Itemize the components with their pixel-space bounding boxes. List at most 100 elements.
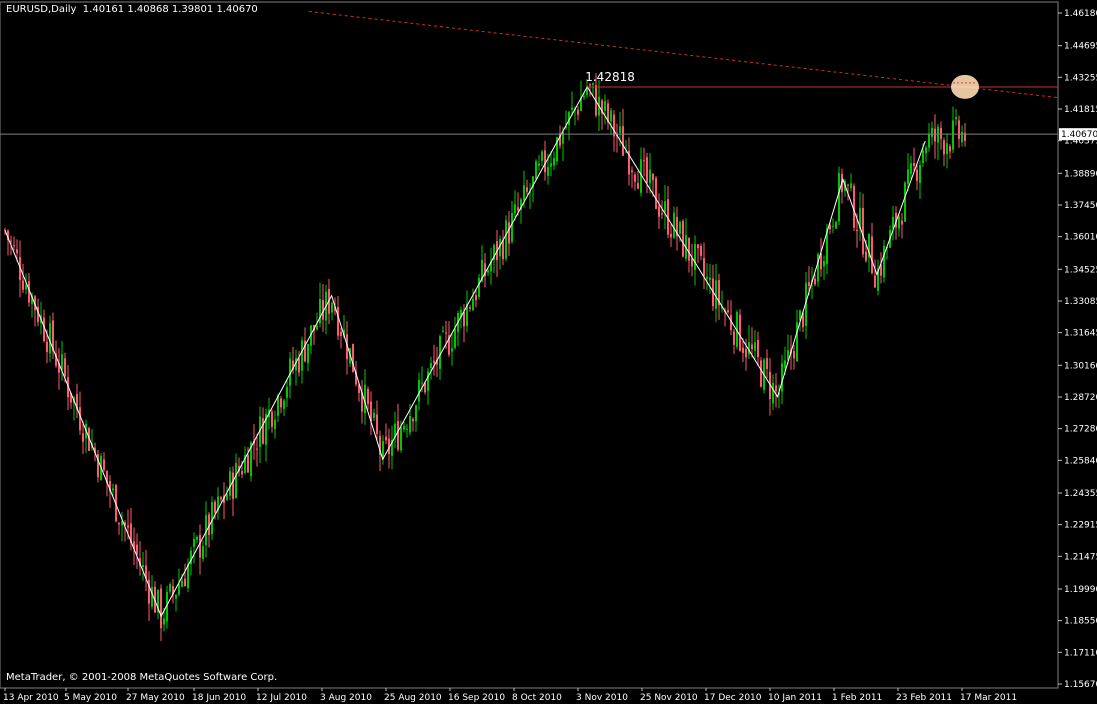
candle-body xyxy=(919,164,921,183)
y-tick-label: 1.33085 xyxy=(1064,297,1097,307)
candle-body xyxy=(241,471,243,475)
candle-body xyxy=(445,332,447,334)
candle-body xyxy=(439,336,441,369)
candle-body xyxy=(247,455,249,473)
candle-body xyxy=(112,488,114,491)
candle-body xyxy=(433,360,435,363)
candle-body xyxy=(229,471,231,496)
x-tick-label: 5 May 2010 xyxy=(64,693,117,703)
candle-body xyxy=(331,302,333,313)
candle-body xyxy=(946,143,948,155)
y-tick-label: 1.24355 xyxy=(1064,489,1097,499)
y-tick-label: 1.15670 xyxy=(1064,680,1097,690)
candle-body xyxy=(931,127,933,138)
candle-body xyxy=(214,501,216,513)
candle-body xyxy=(745,349,747,358)
candle-body xyxy=(262,418,264,444)
candle-body xyxy=(637,183,639,189)
candle-body xyxy=(538,163,540,166)
current-price-label: 1.40670 xyxy=(1061,130,1097,140)
candle-body xyxy=(61,354,63,370)
candle-body xyxy=(220,497,222,500)
y-tick-label: 1.28720 xyxy=(1064,393,1097,403)
candle-body xyxy=(550,163,552,167)
candle-body xyxy=(943,140,945,155)
candle-body xyxy=(850,183,852,189)
candle-body xyxy=(823,260,825,267)
candle-body xyxy=(655,177,657,209)
candle-body xyxy=(544,150,546,173)
candle-body xyxy=(412,418,414,422)
candle-body xyxy=(619,126,621,133)
candle-body xyxy=(835,221,837,229)
candle-body xyxy=(415,405,417,422)
candle-body xyxy=(814,278,816,285)
candle-body xyxy=(511,213,513,242)
candle-body xyxy=(169,583,171,592)
candle-body xyxy=(571,107,573,110)
candle-body xyxy=(175,594,177,599)
candle-body xyxy=(523,185,525,201)
candle-body xyxy=(226,494,228,500)
symbol-name: EURUSD,Daily xyxy=(6,4,77,15)
candle-body xyxy=(622,126,624,156)
ohlc-high: 1.40868 xyxy=(127,4,169,15)
candle-body xyxy=(427,371,429,391)
candle-body xyxy=(142,565,144,567)
candle-body xyxy=(505,220,507,259)
intersection-marker xyxy=(951,74,979,99)
candle-body xyxy=(922,150,924,163)
candle-body xyxy=(541,151,543,161)
candle-body xyxy=(754,342,756,351)
candle-body xyxy=(79,407,81,431)
candle-body xyxy=(517,207,519,211)
candle-body xyxy=(646,157,648,183)
candle-body xyxy=(706,276,708,279)
chart-canvas[interactable]: 1.461801.446951.432551.418151.403751.388… xyxy=(0,0,1097,704)
candle-body xyxy=(757,339,759,358)
candle-body xyxy=(463,311,465,327)
candle-body xyxy=(151,587,153,607)
candle-body xyxy=(775,385,777,392)
candle-body xyxy=(535,161,537,180)
candle-body xyxy=(697,244,699,249)
candle-body xyxy=(793,351,795,359)
candle-body xyxy=(847,184,849,186)
candle-body xyxy=(649,169,651,184)
y-tick-label: 1.17110 xyxy=(1064,648,1097,658)
symbol-header: EURUSD,Daily 1.40161 1.40868 1.39801 1.4… xyxy=(6,4,258,15)
candle-body xyxy=(199,534,201,558)
candle-body xyxy=(301,340,303,371)
candle-body xyxy=(421,382,423,384)
y-tick-label: 1.43255 xyxy=(1064,73,1097,83)
candle-body xyxy=(634,174,636,182)
candle-body xyxy=(742,347,744,353)
candle-body xyxy=(673,212,675,238)
candle-body xyxy=(892,216,894,229)
y-tick-label: 1.27280 xyxy=(1064,425,1097,435)
candle-body xyxy=(127,525,129,528)
candle-body xyxy=(928,133,930,148)
x-tick-label: 12 Jul 2010 xyxy=(256,693,307,703)
candle-body xyxy=(958,120,960,139)
candle-body xyxy=(280,398,282,408)
candle-body xyxy=(739,314,741,351)
candle-body xyxy=(307,344,309,364)
candle-body xyxy=(283,400,285,409)
candle-body xyxy=(658,206,660,217)
ohlc-open: 1.40161 xyxy=(82,4,125,15)
x-tick-label: 18 Jun 2010 xyxy=(192,693,246,703)
candle-body xyxy=(178,584,180,595)
candle-body xyxy=(271,411,273,427)
x-tick-label: 3 Nov 2010 xyxy=(576,693,628,703)
candle-body xyxy=(553,157,555,166)
y-tick-label: 1.19990 xyxy=(1064,585,1097,595)
candle-body xyxy=(25,285,27,290)
x-tick-label: 23 Feb 2011 xyxy=(896,693,952,703)
candle-body xyxy=(22,280,24,290)
x-tick-label: 27 May 2010 xyxy=(126,693,185,703)
candle-body xyxy=(652,173,654,181)
y-tick-label: 1.30160 xyxy=(1064,361,1097,371)
candle-body xyxy=(385,436,387,441)
candle-body xyxy=(934,128,936,142)
